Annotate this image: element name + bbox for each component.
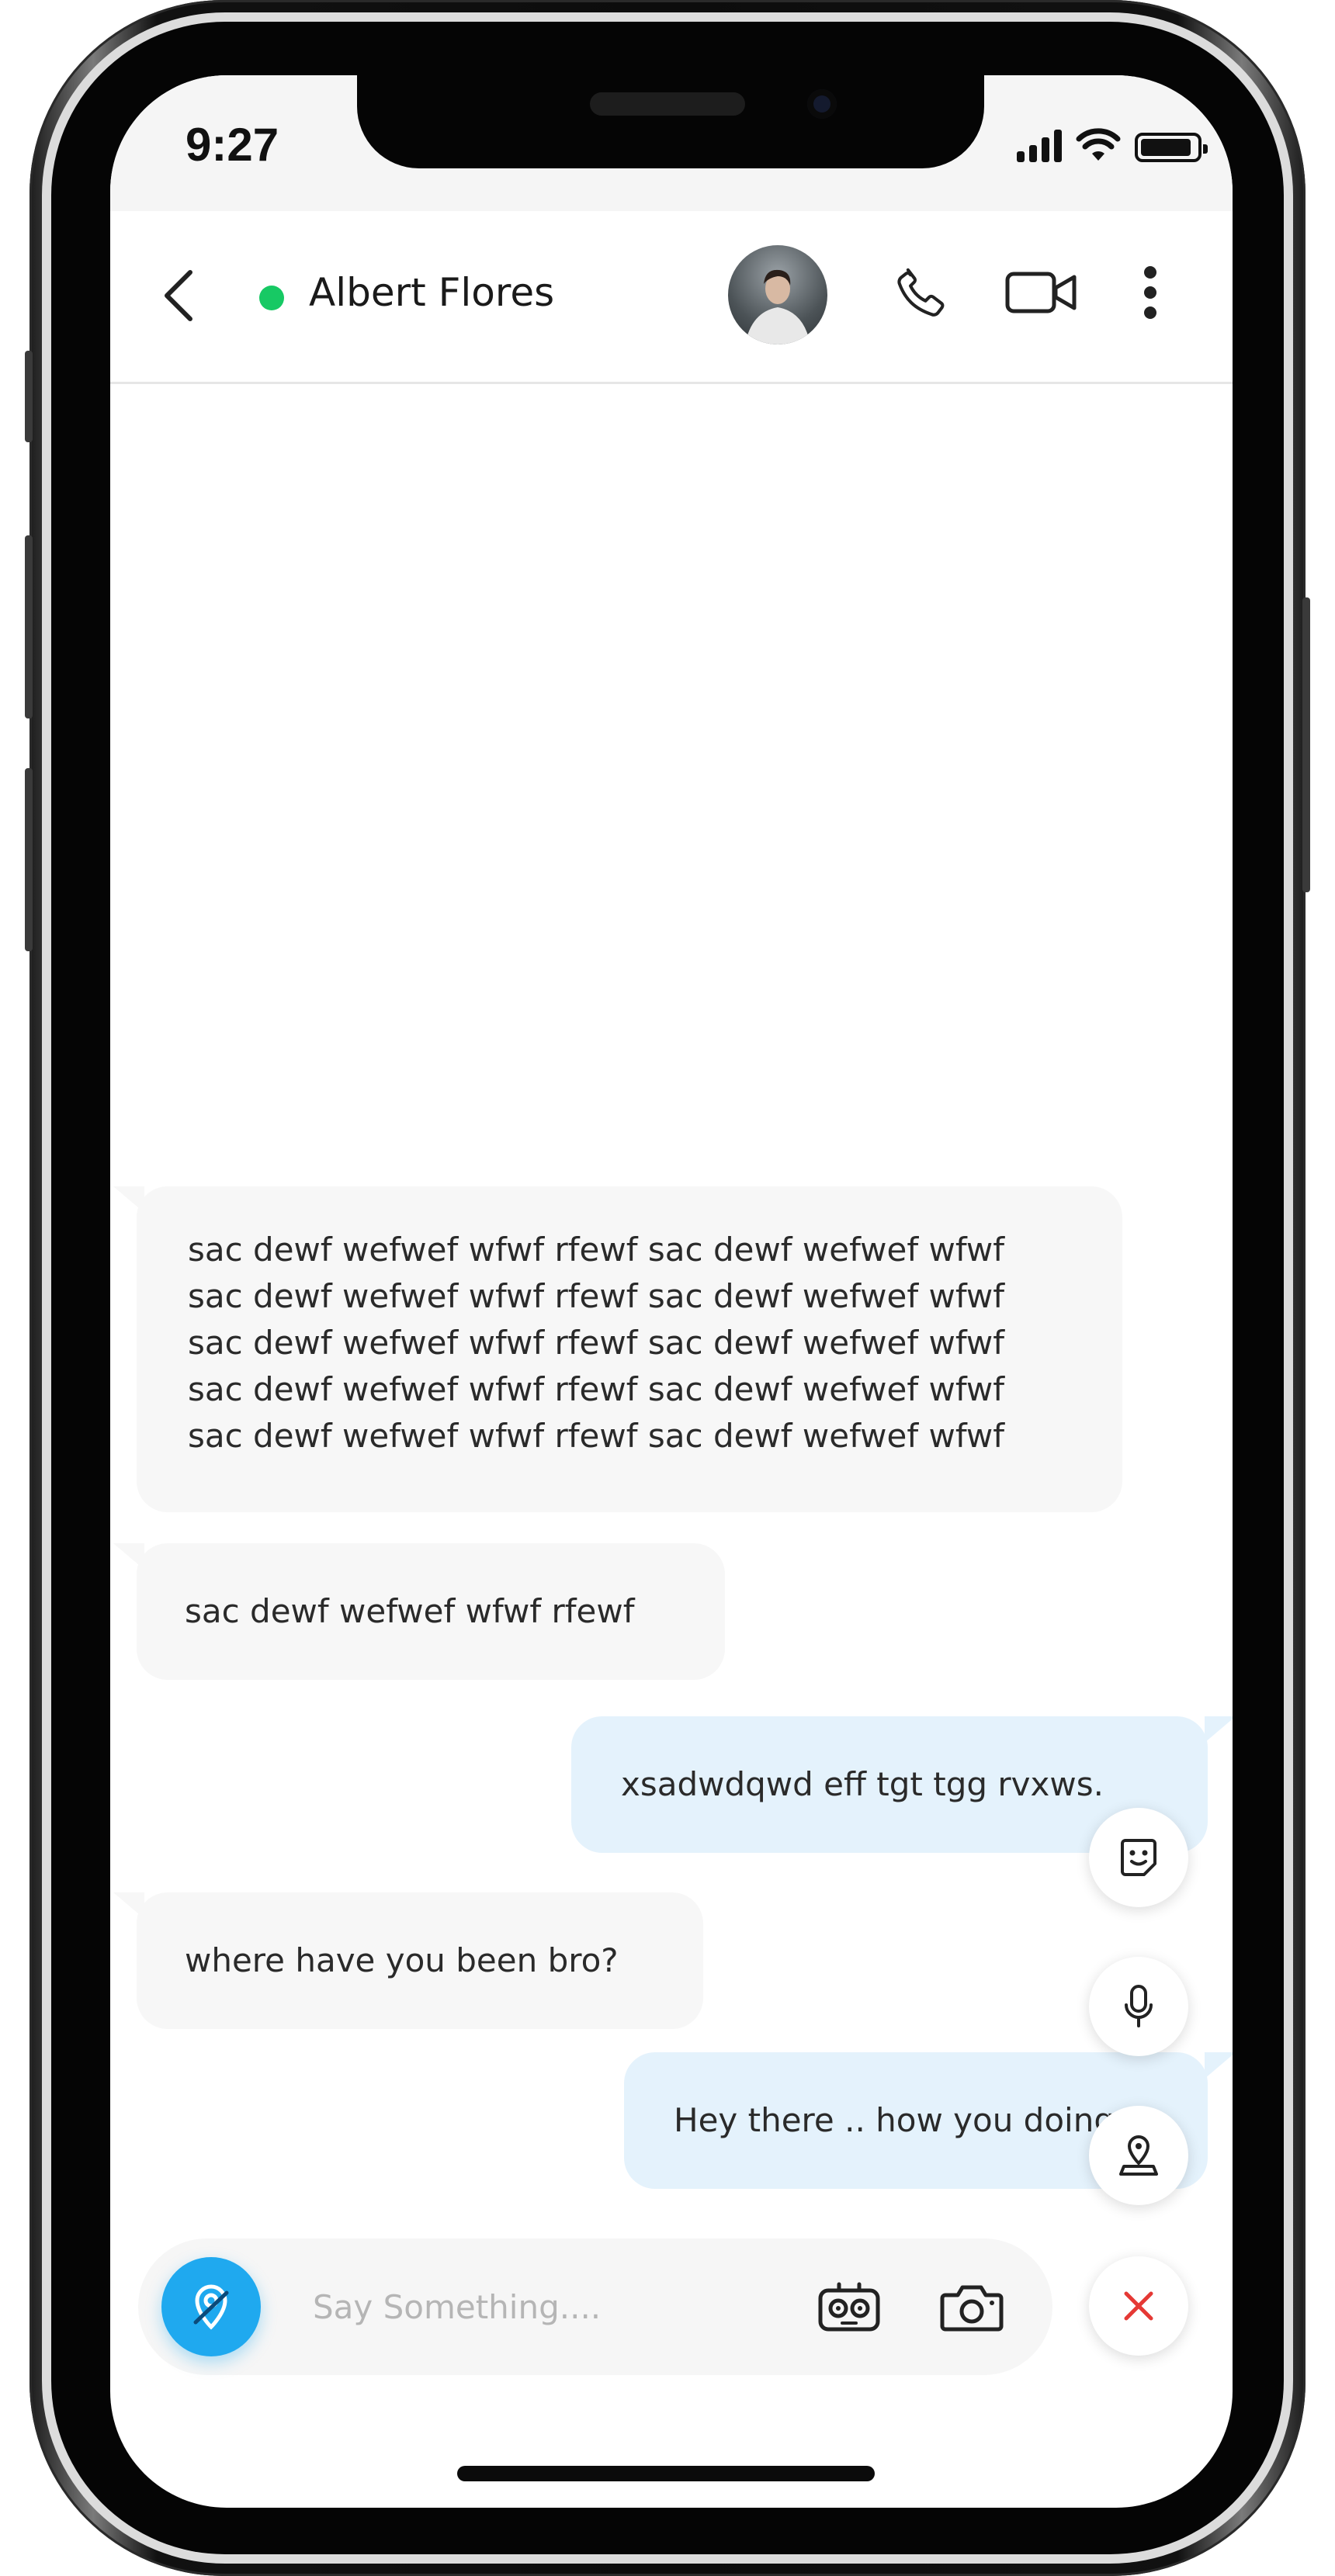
volume-down-button xyxy=(25,768,33,951)
avatar-portrait xyxy=(745,269,810,345)
bubble-tail xyxy=(1205,2052,1233,2079)
message-text: sac dewf wefwef wfwf rfewf xyxy=(185,1592,635,1630)
bubble-tail xyxy=(1205,1716,1233,1743)
message-line: sac dewf wefwef wfwf rfewf sac dewf wefw… xyxy=(188,1417,1005,1455)
chat-header: Albert Flores xyxy=(110,211,1233,384)
more-vertical-icon xyxy=(1144,266,1156,319)
message-line: sac dewf wefwef wfwf rfewf sac dewf wefw… xyxy=(188,1370,1005,1408)
contact-name[interactable]: Albert Flores xyxy=(309,270,554,315)
message-line: sac dewf wefwef wfwf rfewf sac dewf wefw… xyxy=(188,1324,1005,1362)
bot-button[interactable] xyxy=(810,2268,888,2346)
video-call-button[interactable] xyxy=(987,250,1096,335)
notch xyxy=(357,75,984,168)
back-button[interactable] xyxy=(151,261,205,331)
microphone-icon xyxy=(1125,1985,1153,2027)
back-arrow-icon xyxy=(165,270,192,321)
close-icon xyxy=(1124,2291,1153,2321)
status-time: 9:27 xyxy=(186,119,279,171)
location-share-icon xyxy=(193,2284,229,2330)
power-button xyxy=(1302,597,1310,892)
home-indicator[interactable] xyxy=(457,2466,875,2481)
camera-button[interactable] xyxy=(933,2268,1011,2346)
message-incoming[interactable]: sac dewf wefwef wfwf rfewf xyxy=(137,1543,725,1680)
earpiece-speaker xyxy=(590,92,745,116)
message-composer xyxy=(138,2238,1052,2375)
sticker-icon xyxy=(1121,1839,1156,1876)
front-camera xyxy=(807,89,837,119)
volume-up-button xyxy=(25,535,33,718)
sticker-button[interactable] xyxy=(1089,1808,1188,1907)
battery-icon xyxy=(1135,133,1208,162)
message-text: where have you been bro? xyxy=(185,1941,619,1979)
status-icons xyxy=(1017,128,1208,162)
chat-screen: 9:27 Albert Flores sac dewf wefwef wfwf … xyxy=(110,75,1233,2508)
phone-icon xyxy=(897,268,945,317)
message-line: sac dewf wefwef wfwf rfewf sac dewf wefw… xyxy=(188,1231,1005,1269)
avatar[interactable] xyxy=(728,245,827,345)
mute-switch xyxy=(25,351,33,442)
voice-record-button[interactable] xyxy=(1089,1957,1188,2056)
close-actions-button[interactable] xyxy=(1089,2256,1188,2356)
location-share-button[interactable] xyxy=(161,2257,261,2356)
robot-face-icon xyxy=(818,2282,880,2332)
message-text: xsadwdqwd eff tgt tgg rvxws. xyxy=(621,1765,1104,1803)
message-input[interactable] xyxy=(313,2283,747,2330)
cellular-signal-icon xyxy=(1017,128,1062,162)
wifi-icon xyxy=(1076,128,1121,161)
send-location-button[interactable] xyxy=(1089,2106,1188,2205)
message-incoming[interactable]: where have you been bro? xyxy=(137,1892,703,2029)
message-incoming[interactable]: sac dewf wefwef wfwf rfewf sac dewf wefw… xyxy=(137,1186,1122,1512)
location-pin-icon xyxy=(1119,2135,1158,2176)
camera-icon xyxy=(940,2285,1004,2332)
more-options-button[interactable] xyxy=(1127,250,1174,335)
voice-call-button[interactable] xyxy=(879,250,964,335)
message-line: sac dewf wefwef wfwf rfewf sac dewf wefw… xyxy=(188,1277,1005,1315)
status-bar: 9:27 xyxy=(110,75,1233,211)
online-status-dot xyxy=(259,286,284,310)
video-camera-icon xyxy=(1005,272,1077,313)
